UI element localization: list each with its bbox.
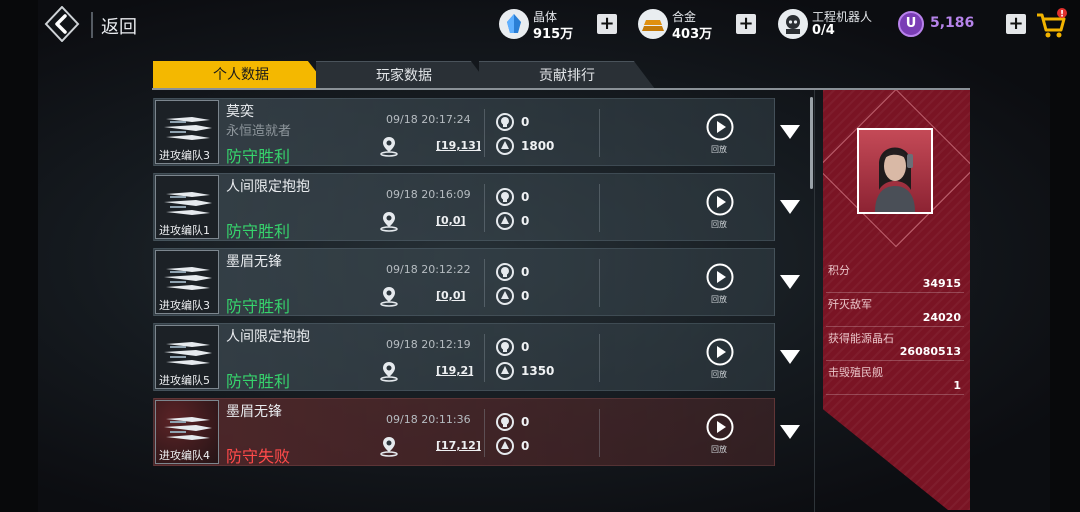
right-letterbox [1050, 0, 1080, 512]
stat-value: 26080513 [899, 345, 961, 358]
commander-portrait[interactable] [857, 128, 933, 214]
location-pin-icon [378, 210, 400, 232]
crystal-icon [499, 9, 529, 39]
add-crystal-button[interactable]: + [597, 14, 617, 34]
opponent-name: 莫奕 [226, 104, 254, 120]
battle-coordinates-link[interactable]: [0,0] [436, 214, 466, 227]
replay-play-icon[interactable] [706, 413, 734, 441]
opponent-name: 人间限定抱抱 [226, 179, 310, 195]
shop-cart-icon[interactable]: ! [1034, 8, 1068, 40]
replay-label: 回放 [711, 220, 727, 229]
location-pin-icon [378, 135, 400, 157]
tab-contribution-ranking[interactable]: 贡献排行 [479, 61, 655, 89]
opponent-name: 墨眉无锋 [226, 404, 282, 420]
crystal-loot-value: 0 [521, 289, 530, 303]
fleet-team-label: 进攻编队3 [159, 149, 210, 162]
fleet-team-label: 进攻编队1 [159, 224, 210, 237]
battle-time: 09/18 20:16:09 [386, 188, 471, 201]
panel-divider [814, 90, 815, 512]
battle-time: 09/18 20:12:22 [386, 263, 471, 276]
kills-icon [496, 113, 514, 131]
stat-value: 1 [953, 379, 961, 392]
list-scrollbar[interactable] [810, 97, 813, 189]
battle-time: 09/18 20:17:24 [386, 113, 471, 126]
alloy-icon [638, 9, 668, 39]
stat-value: 34915 [922, 277, 961, 290]
stat-label: 击毁殖民舰 [828, 366, 883, 379]
opponent-name: 墨眉无锋 [226, 254, 282, 270]
back-arrow-icon[interactable] [44, 6, 80, 42]
location-pin-icon [378, 435, 400, 457]
premium-currency-value: 5,186 [930, 15, 975, 31]
crystal-loot-value: 1350 [521, 364, 555, 378]
replay-play-icon[interactable] [706, 113, 734, 141]
kills-value: 0 [521, 190, 530, 204]
battle-coordinates-link[interactable]: [19,13] [436, 139, 481, 152]
crystal-loot-value: 1800 [521, 139, 555, 153]
tab-underline [152, 88, 970, 90]
kills-icon [496, 188, 514, 206]
expand-chevron-icon[interactable] [779, 424, 801, 440]
crystal-loot-icon [496, 137, 514, 155]
premium-currency-icon: U [898, 11, 924, 37]
crystal-loot-icon [496, 212, 514, 230]
stat-label: 积分 [828, 264, 850, 277]
crystal-resource: 晶体 915万 [499, 8, 579, 42]
battle-result: 防守胜利 [226, 222, 291, 241]
replay-label: 回放 [711, 445, 727, 454]
crystal-loot-value: 0 [521, 439, 530, 453]
battle-coordinates-link[interactable]: [19,2] [436, 364, 473, 377]
stat-label: 获得能源晶石 [828, 332, 894, 345]
crystal-loot-icon [496, 362, 514, 380]
battle-record-row[interactable]: 进攻编队4 墨眉无锋防守失败 09/18 20:11:36 [17,12] 0 0 回放 [153, 398, 775, 466]
fleet-thumbnail: 进攻编队4 [155, 400, 219, 464]
replay-play-icon[interactable] [706, 188, 734, 216]
alloy-resource: 合金 403万 [638, 8, 718, 42]
crystal-loot-icon [496, 437, 514, 455]
battle-report-screen: 返回 晶体 915万 + 合金 403万 + 工程机器人 0/4 U 5,186… [0, 0, 1080, 512]
svg-text:!: ! [1060, 10, 1064, 20]
add-alloy-button[interactable]: + [736, 14, 756, 34]
robot-icon [778, 9, 808, 39]
kills-value: 0 [521, 415, 530, 429]
replay-label: 回放 [711, 295, 727, 304]
opponent-title: 永恒造就者 [226, 124, 292, 139]
stat-value: 24020 [922, 311, 961, 324]
battle-coordinates-link[interactable]: [0,0] [436, 289, 466, 302]
battle-result: 防守失败 [226, 447, 291, 466]
left-letterbox [0, 0, 38, 512]
battle-coordinates-link[interactable]: [17,12] [436, 439, 481, 452]
battle-record-row[interactable]: 进攻编队3 莫奕永恒造就者防守胜利 09/18 20:17:24 [19,13] 0 18… [153, 98, 775, 166]
add-premium-button[interactable]: + [1006, 14, 1026, 34]
tab-player-data[interactable]: 玩家数据 [316, 61, 492, 89]
kills-icon [496, 413, 514, 431]
crystal-loot-value: 0 [521, 214, 530, 228]
fleet-thumbnail: 进攻编队3 [155, 100, 219, 164]
tab-personal-data[interactable]: 个人数据 [153, 61, 329, 88]
expand-chevron-icon[interactable] [779, 124, 801, 140]
battle-time: 09/18 20:11:36 [386, 413, 471, 426]
fleet-thumbnail: 进攻编队1 [155, 175, 219, 239]
opponent-name: 人间限定抱抱 [226, 329, 310, 345]
battle-result: 防守胜利 [226, 147, 291, 166]
back-button[interactable]: 返回 [101, 13, 137, 39]
stat-label: 歼灭敌军 [828, 298, 872, 311]
replay-label: 回放 [711, 145, 727, 154]
robot-resource: 工程机器人 0/4 [778, 8, 888, 40]
fleet-team-label: 进攻编队4 [159, 449, 210, 462]
header-divider [91, 12, 93, 38]
kills-value: 0 [521, 115, 530, 129]
battle-record-row[interactable]: 进攻编队1 人间限定抱抱 防守胜利 09/18 20:16:09 [0,0] 0 0 回放 [153, 173, 775, 241]
expand-chevron-icon[interactable] [779, 199, 801, 215]
